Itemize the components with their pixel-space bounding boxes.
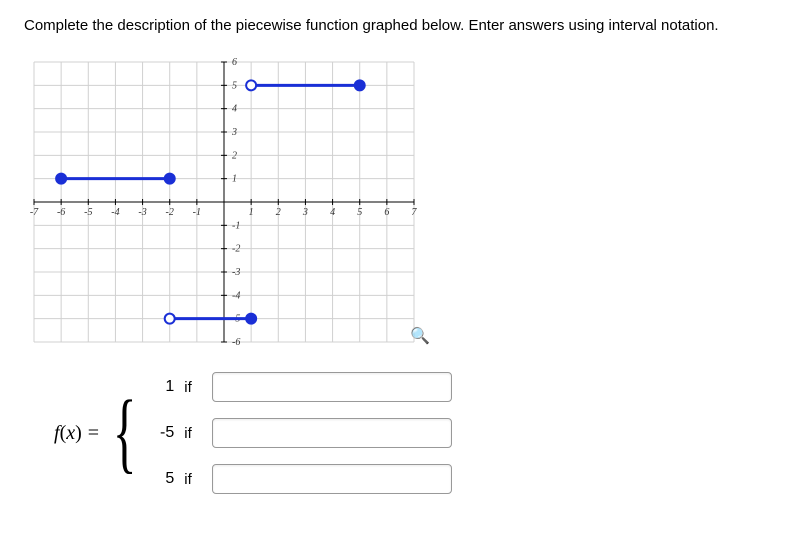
- svg-text:4: 4: [330, 207, 335, 218]
- case-value: 1: [146, 378, 174, 396]
- svg-text:-6: -6: [57, 207, 65, 218]
- svg-text:-4: -4: [111, 207, 119, 218]
- svg-text:2: 2: [276, 207, 281, 218]
- equals-sign: =: [82, 422, 105, 444]
- magnifier-icon[interactable]: 🔍: [410, 326, 430, 346]
- svg-text:6: 6: [232, 57, 237, 68]
- svg-text:3: 3: [231, 127, 237, 138]
- svg-text:-7: -7: [30, 207, 39, 218]
- piecewise-chart: -7-6-5-4-3-2-11234567-6-5-4-3-2-1123456: [24, 52, 424, 352]
- if-label: if: [184, 379, 202, 396]
- svg-text:1: 1: [232, 174, 237, 185]
- if-label: if: [184, 471, 202, 488]
- svg-text:-2: -2: [232, 244, 240, 255]
- svg-text:6: 6: [384, 207, 389, 218]
- svg-text:-1: -1: [232, 221, 240, 232]
- interval-input-2[interactable]: [212, 418, 452, 448]
- svg-text:-3: -3: [138, 207, 146, 218]
- svg-text:-6: -6: [232, 337, 240, 348]
- interval-input-1[interactable]: [212, 372, 452, 402]
- function-label: f(x)=: [54, 422, 105, 445]
- left-brace-icon: {: [113, 388, 137, 478]
- svg-text:4: 4: [232, 104, 237, 115]
- svg-text:-4: -4: [232, 291, 240, 302]
- svg-text:2: 2: [232, 151, 237, 162]
- case-row: -5 if: [146, 418, 452, 448]
- question-prompt: Complete the description of the piecewis…: [24, 16, 776, 36]
- case-value: -5: [146, 424, 174, 442]
- svg-text:-3: -3: [232, 267, 240, 278]
- svg-text:5: 5: [232, 81, 237, 92]
- piecewise-cases: f(x)= { 1 if -5 if 5 if: [24, 372, 776, 494]
- fn-arg: x: [66, 422, 75, 444]
- svg-text:-2: -2: [166, 207, 174, 218]
- interval-input-3[interactable]: [212, 464, 452, 494]
- chart-container: -7-6-5-4-3-2-11234567-6-5-4-3-2-1123456 …: [24, 52, 424, 352]
- case-value: 5: [146, 470, 174, 488]
- svg-text:3: 3: [302, 207, 308, 218]
- case-row: 5 if: [146, 464, 452, 494]
- svg-text:-1: -1: [193, 207, 201, 218]
- if-label: if: [184, 425, 202, 442]
- svg-text:-5: -5: [84, 207, 92, 218]
- svg-text:5: 5: [357, 207, 362, 218]
- svg-text:7: 7: [412, 207, 418, 218]
- svg-text:1: 1: [249, 207, 254, 218]
- case-row: 1 if: [146, 372, 452, 402]
- case-rows: 1 if -5 if 5 if: [146, 372, 452, 494]
